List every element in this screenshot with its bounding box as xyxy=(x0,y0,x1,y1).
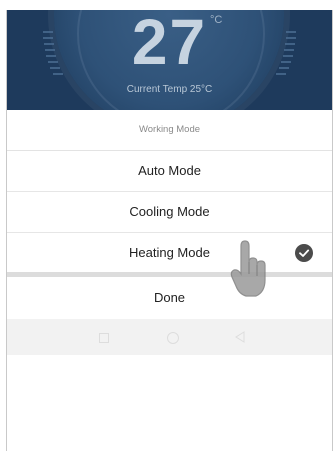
working-mode-title: Working Mode xyxy=(7,110,332,151)
current-temperature-label: Current Temp 25°C xyxy=(126,84,213,95)
device-edge-right xyxy=(332,10,333,451)
check-circle-icon xyxy=(295,244,313,262)
square-icon[interactable] xyxy=(99,333,109,343)
thermostat-header: 27 °C Current Temp 25°C xyxy=(7,10,332,110)
option-heating-mode[interactable]: Heating Mode xyxy=(7,233,332,273)
set-temperature-value: 27 xyxy=(131,10,208,78)
system-nav-bar xyxy=(7,319,332,355)
option-auto-mode[interactable]: Auto Mode xyxy=(7,151,332,192)
temperature-unit: °C xyxy=(210,14,223,26)
phone-screen: 27 °C Current Temp 25°C Working Mode Aut… xyxy=(7,10,332,451)
circle-icon[interactable] xyxy=(167,332,179,344)
dialog-separator xyxy=(7,272,332,277)
hand-pointer-icon xyxy=(230,240,266,297)
option-cooling-mode[interactable]: Cooling Mode xyxy=(7,192,332,233)
triangle-back-icon[interactable] xyxy=(235,331,245,343)
done-button[interactable]: Done xyxy=(7,278,332,318)
